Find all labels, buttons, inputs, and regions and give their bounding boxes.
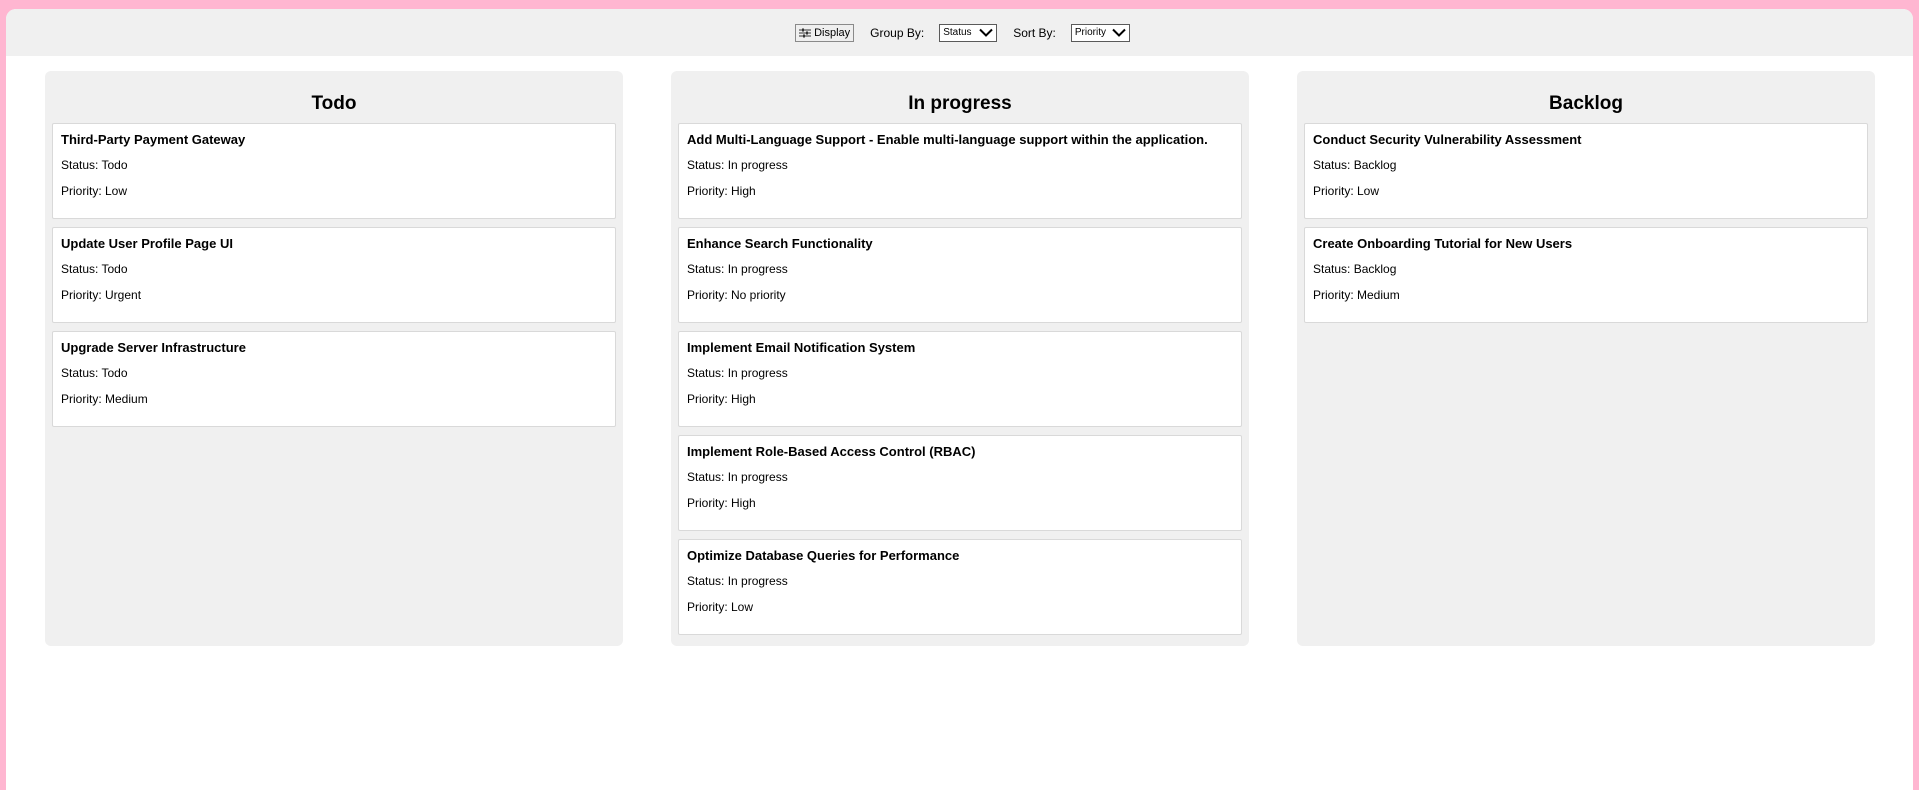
sort-by-select[interactable]: Priority — [1070, 23, 1130, 42]
task-card[interactable]: Conduct Security Vulnerability Assessmen… — [1304, 123, 1868, 219]
group-by-label: Group By: — [870, 25, 925, 40]
toolbar: Display Group By: Status Sort By: Priori… — [6, 9, 1913, 56]
card-status: Status: In progress — [687, 262, 788, 276]
card-priority: Priority: No priority — [687, 288, 786, 302]
column-title: Todo — [311, 93, 357, 114]
card-title: Conduct Security Vulnerability Assessmen… — [1313, 132, 1582, 147]
card-status: Status: Todo — [61, 158, 128, 172]
card-status: Status: In progress — [687, 366, 788, 380]
task-card[interactable]: Implement Email Notification System Stat… — [678, 331, 1242, 427]
app-window: Display Group By: Status Sort By: Priori… — [6, 9, 1913, 790]
card-title: Implement Email Notification System — [687, 340, 916, 355]
task-card[interactable]: Enhance Search Functionality Status: In … — [678, 227, 1242, 323]
chevron-down-icon — [979, 28, 993, 37]
task-card[interactable]: Upgrade Server Infrastructure Status: To… — [52, 331, 616, 427]
sliders-icon — [799, 28, 812, 38]
card-priority: Priority: Medium — [1313, 288, 1400, 302]
card-title: Implement Role-Based Access Control (RBA… — [687, 444, 976, 459]
task-card[interactable]: Third-Party Payment Gateway Status: Todo… — [52, 123, 616, 219]
card-status: Status: Backlog — [1313, 262, 1397, 276]
group-by-value: Status — [943, 27, 972, 38]
card-status: Status: Todo — [61, 366, 128, 380]
card-status: Status: In progress — [687, 158, 788, 172]
card-priority: Priority: High — [687, 496, 756, 510]
column-title: Backlog — [1549, 93, 1623, 114]
card-status: Status: In progress — [687, 470, 788, 484]
card-title: Optimize Database Queries for Performanc… — [687, 548, 960, 563]
sort-by-value: Priority — [1074, 27, 1107, 38]
column-todo: Todo Third-Party Payment Gateway Status:… — [45, 71, 623, 646]
card-status: Status: Todo — [61, 262, 128, 276]
display-button-label: Display — [814, 26, 851, 39]
task-card[interactable]: Update User Profile Page UI Status: Todo… — [52, 227, 616, 323]
column-title: In progress — [908, 93, 1012, 114]
task-card[interactable]: Add Multi-Language Support - Enable mult… — [678, 123, 1242, 219]
card-priority: Priority: Medium — [61, 392, 148, 406]
card-title: Enhance Search Functionality — [687, 236, 873, 251]
card-status: Status: Backlog — [1313, 158, 1397, 172]
card-priority: Priority: High — [687, 392, 756, 406]
column-backlog: Backlog Conduct Security Vulnerability A… — [1297, 71, 1875, 646]
card-status: Status: In progress — [687, 574, 788, 588]
card-priority: Priority: Urgent — [61, 288, 142, 302]
card-priority: Priority: Low — [687, 600, 754, 614]
task-card[interactable]: Optimize Database Queries for Performanc… — [678, 539, 1242, 635]
card-title: Add Multi-Language Support - Enable mult… — [687, 132, 1208, 147]
card-list: Conduct Security Vulnerability Assessmen… — [1297, 123, 1875, 323]
card-list: Add Multi-Language Support - Enable mult… — [671, 123, 1249, 635]
card-title: Upgrade Server Infrastructure — [61, 340, 246, 355]
task-card[interactable]: Implement Role-Based Access Control (RBA… — [678, 435, 1242, 531]
card-priority: Priority: Low — [61, 184, 128, 198]
chevron-down-icon — [1112, 28, 1126, 37]
card-priority: Priority: High — [687, 184, 756, 198]
display-button[interactable]: Display — [795, 23, 855, 42]
group-by-select[interactable]: Status — [939, 23, 998, 42]
card-title: Create Onboarding Tutorial for New Users — [1313, 236, 1573, 251]
card-title: Update User Profile Page UI — [61, 236, 233, 251]
column-in-progress: In progress Add Multi-Language Support -… — [671, 71, 1249, 646]
sort-by-label: Sort By: — [1013, 25, 1056, 40]
toolbar-controls: Display Group By: Status Sort By: Priori… — [795, 23, 1130, 42]
card-list: Third-Party Payment Gateway Status: Todo… — [45, 123, 623, 427]
card-title: Third-Party Payment Gateway — [61, 132, 246, 147]
card-priority: Priority: Low — [1313, 184, 1380, 198]
task-card[interactable]: Create Onboarding Tutorial for New Users… — [1304, 227, 1868, 323]
